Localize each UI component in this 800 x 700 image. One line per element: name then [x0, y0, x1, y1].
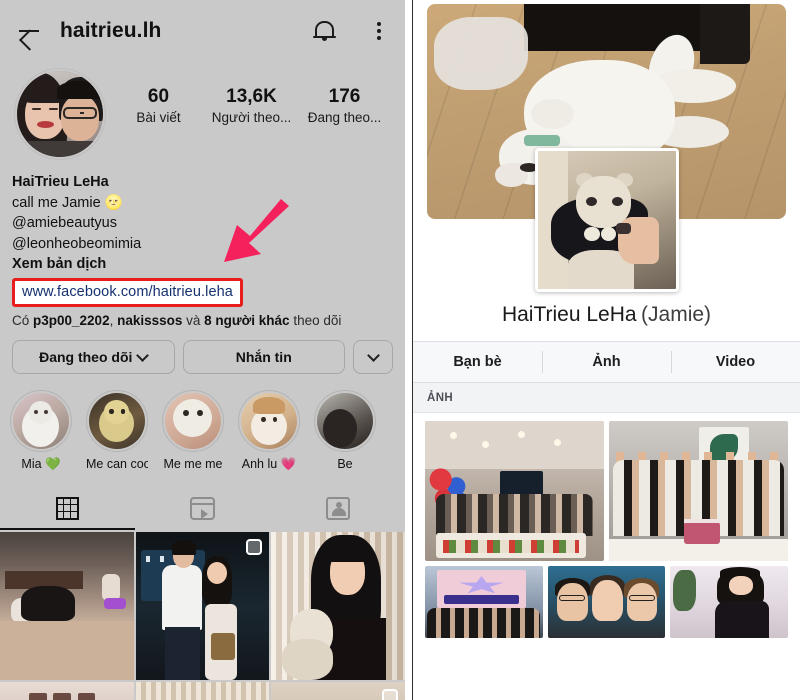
photo-three-friends[interactable] [547, 566, 666, 638]
post-grid [0, 532, 405, 700]
stat-posts[interactable]: 60 Bài viết [112, 86, 204, 128]
followed-by-prefix: Có [12, 313, 34, 329]
carousel-icon [246, 539, 263, 556]
message-button[interactable]: Nhắn tin [182, 340, 345, 375]
photos-section-header: ẢNH [413, 383, 800, 413]
tab-friends[interactable]: Bạn bè [413, 342, 542, 382]
followed-by-suffix: theo dõi [289, 313, 342, 329]
highlight-item[interactable]: Mia 💚 [10, 390, 72, 472]
kebab-menu-icon[interactable] [369, 18, 389, 44]
profile-username: haitrieu.lh [60, 19, 162, 42]
profile-website-link[interactable]: www.facebook.com/haitrieu.leha [22, 284, 233, 300]
tagged-icon [325, 496, 350, 520]
avatar[interactable] [14, 68, 106, 160]
stat-following[interactable]: 176 Đang theo... [298, 86, 390, 128]
more-options-button[interactable] [353, 340, 393, 375]
highlight-label: Mia 💚 [21, 457, 61, 472]
profile-stats: 60 Bài viết 13,6K Người theo... 176 Đang… [106, 68, 391, 128]
bio-display-name: HaiTrieu LeHa [12, 174, 109, 190]
facebook-photo-grid [413, 413, 800, 638]
photo-row-2 [425, 566, 789, 638]
photo-branding-yourself[interactable] [425, 566, 543, 638]
facebook-profile-name: HaiTrieu LeHa [501, 303, 637, 326]
reels-icon [190, 496, 215, 520]
chevron-down-icon [136, 349, 150, 362]
post-girl-with-cat[interactable] [271, 532, 405, 681]
bio-mention-2[interactable]: @leonheobeomimia [12, 234, 393, 255]
facebook-profile-panel: HaiTrieu LeHa (Jamie) Bạn bè Ảnh Video Ả… [413, 0, 800, 700]
panel-divider [405, 0, 413, 700]
grid-icon [56, 496, 79, 520]
facebook-name-row: HaiTrieu LeHa (Jamie) [413, 303, 800, 341]
stat-followers-count: 13,6K [226, 86, 277, 107]
following-button[interactable]: Đang theo dõi [12, 340, 175, 375]
tab-reels[interactable] [135, 486, 270, 530]
profile-action-buttons: Đang theo dõi Nhắn tin [0, 328, 405, 375]
highlight-item[interactable]: Anh lu 💗 [238, 390, 300, 472]
photo-party-dinner[interactable] [425, 421, 604, 561]
highlight-label: Be [337, 457, 353, 472]
photos-section-title: ẢNH [427, 391, 454, 404]
post-couple[interactable] [135, 532, 270, 681]
website-highlight-box: www.facebook.com/haitrieu.leha [12, 277, 243, 308]
followed-by-user-1[interactable]: p3p00_2202 [33, 313, 110, 328]
tab-photos[interactable]: Ảnh [542, 342, 671, 382]
facebook-tabs: Bạn bè Ảnh Video [413, 341, 800, 383]
stat-posts-label: Bài viết [136, 109, 181, 125]
profile-summary: 60 Bài viết 13,6K Người theo... 176 Đang… [0, 62, 405, 160]
chevron-down-icon [366, 349, 380, 362]
highlight-item[interactable]: Be [314, 390, 376, 472]
bio-tagline: call me Jamie 🌝 [12, 194, 123, 211]
tab-tagged[interactable] [270, 486, 405, 530]
back-arrow-icon[interactable] [16, 18, 42, 44]
profile-content-tabs [0, 486, 405, 531]
photo-group-cake[interactable] [609, 421, 788, 561]
tab-videos[interactable]: Video [671, 342, 800, 382]
post-bedroom[interactable] [0, 532, 134, 681]
tab-grid[interactable] [0, 486, 135, 531]
followed-by-others[interactable]: 8 người khác [204, 313, 289, 328]
highlight-label: Me can cook [86, 457, 148, 472]
facebook-profile-alias: (Jamie) [641, 303, 712, 326]
following-button-label: Đang theo dõi [39, 349, 133, 366]
post-row2-left[interactable] [0, 682, 134, 700]
post-row2-mid[interactable] [135, 682, 270, 700]
stat-followers[interactable]: 13,6K Người theo... [205, 86, 297, 128]
highlight-label: Me me me [163, 457, 223, 472]
profile-bio: HaiTrieu LeHa call me Jamie 🌝 @amiebeaut… [0, 160, 405, 308]
followed-by-sep-1: , [109, 313, 118, 329]
bio-mention-1[interactable]: @amiebeautyus [12, 213, 393, 234]
instagram-profile-panel: haitrieu.lh 60 Bài viết 13,6K Người theo… [0, 0, 405, 700]
highlight-item[interactable]: Me me me [162, 390, 224, 472]
stat-following-label: Đang theo... [307, 109, 382, 125]
highlight-label: Anh lu 💗 [241, 457, 297, 472]
followed-by-text: Có p3p00_2202, nakisssos và 8 người khác… [0, 307, 405, 328]
see-translation-link[interactable]: Xem bản dịch [12, 254, 393, 275]
facebook-cover-area [413, 0, 800, 292]
stat-followers-label: Người theo... [211, 109, 292, 125]
story-highlights: Mia 💚 Me can cook Me me me Anh lu 💗 [0, 374, 405, 472]
followed-by-user-2[interactable]: nakisssos [117, 313, 182, 328]
screenshot-root: haitrieu.lh 60 Bài viết 13,6K Người theo… [0, 0, 800, 700]
post-row2-right[interactable] [271, 682, 405, 700]
carousel-icon [382, 689, 398, 700]
photo-girl-black-dress[interactable] [670, 566, 789, 638]
highlight-item[interactable]: Me can cook [86, 390, 148, 472]
photo-row-1 [425, 421, 788, 561]
stat-posts-count: 60 [147, 86, 170, 107]
followed-by-sep-2: và [182, 313, 205, 329]
stat-following-count: 176 [328, 86, 361, 107]
message-button-label: Nhắn tin [235, 349, 292, 366]
profile-photo-cat-held[interactable] [534, 148, 679, 292]
instagram-header: haitrieu.lh [0, 0, 405, 62]
notification-bell-icon[interactable] [312, 18, 337, 45]
